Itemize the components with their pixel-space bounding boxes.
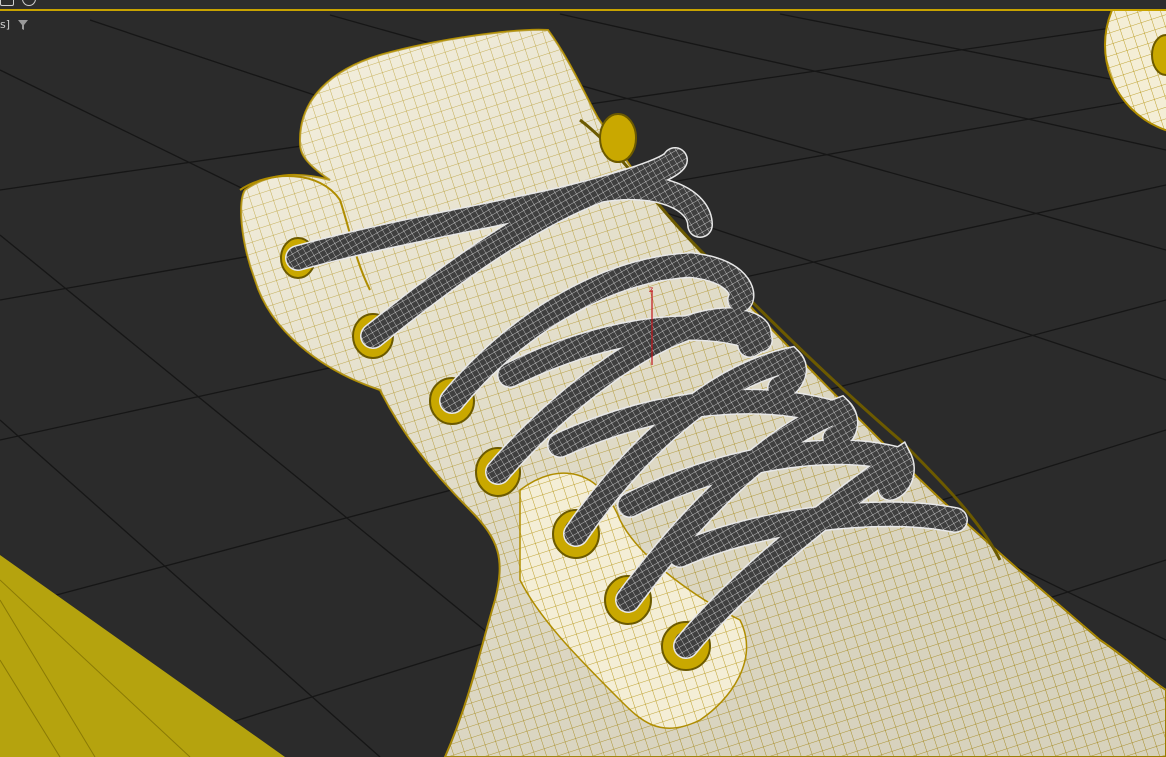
- filter-icon[interactable]: [17, 19, 29, 31]
- svg-text:z: z: [649, 285, 653, 294]
- viewport-active-border: [0, 0, 1166, 11]
- viewport-perspective[interactable]: s] z: [0, 0, 1166, 757]
- scene-canvas[interactable]: z: [0, 0, 1166, 757]
- eyelet-back-1: [599, 113, 637, 163]
- viewport-maximize-icon[interactable]: [0, 0, 14, 6]
- viewport-label[interactable]: s]: [0, 18, 10, 31]
